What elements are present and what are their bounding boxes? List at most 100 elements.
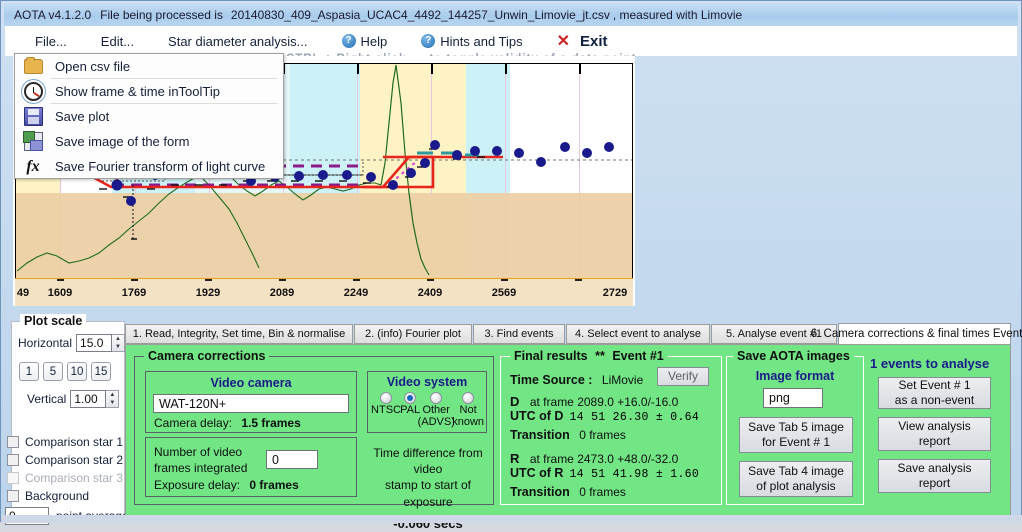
data-point[interactable] xyxy=(318,170,328,180)
x-tick xyxy=(575,279,582,281)
frames-integrated-label: Number of video frames integrated xyxy=(154,444,247,476)
save-images-group: Save AOTA images Image format png Save T… xyxy=(726,349,864,505)
menu-item-save-fourier[interactable]: fx Save Fourier transform of light curve xyxy=(15,154,283,179)
data-point[interactable] xyxy=(388,180,398,190)
horizontal-scale-row: Horizontal 15.0 ▲ ▼ xyxy=(18,334,126,352)
menu-edit[interactable]: Edit... xyxy=(89,32,146,51)
image-format-select[interactable]: png xyxy=(763,388,823,408)
data-point[interactable] xyxy=(582,148,592,158)
menu-star-diameter-label: Star diameter analysis... xyxy=(168,33,308,49)
menu-exit[interactable]: ✕ Exit xyxy=(545,29,620,53)
video-camera-title: Video camera xyxy=(210,376,292,390)
checkbox-background[interactable]: Background xyxy=(7,489,89,503)
tab-fourier-plot[interactable]: 2. (info) Fourier plot xyxy=(354,324,472,344)
plot-scale-title: Plot scale xyxy=(20,314,87,328)
scale-button-5[interactable]: 5 xyxy=(43,362,63,381)
tab-select-event[interactable]: 4. Select event to analyse xyxy=(566,324,710,344)
events-to-analyse-group: 1 events to analyse Set Event # 1 as a n… xyxy=(868,356,1004,505)
time-source-label: Time Source : xyxy=(510,373,593,387)
menu-star-diameter-analysis[interactable]: Star diameter analysis... xyxy=(156,32,319,51)
floppy-disk-icon xyxy=(15,105,51,129)
radio-icon[interactable] xyxy=(380,392,392,404)
data-point[interactable] xyxy=(536,157,546,167)
time-difference-line2: stamp to start of exposure xyxy=(384,478,472,509)
data-point[interactable] xyxy=(452,150,462,160)
data-point[interactable] xyxy=(430,140,440,150)
radio-icon[interactable] xyxy=(430,392,443,404)
data-point[interactable] xyxy=(470,146,480,156)
menu-help[interactable]: ? Help xyxy=(330,32,400,51)
menu-item-open-csv-label: Open csv file xyxy=(55,59,131,74)
data-point[interactable] xyxy=(294,171,304,181)
menu-hints-and-tips[interactable]: ? Hints and Tips xyxy=(409,32,534,51)
checkbox-icon[interactable] xyxy=(7,436,19,448)
scale-button-10[interactable]: 10 xyxy=(67,362,87,381)
data-point[interactable] xyxy=(366,172,376,182)
file-dropdown-menu[interactable]: Open csv file Show frame & time inToolTi… xyxy=(14,53,284,179)
x-tick xyxy=(57,279,64,281)
vertical-scale-input[interactable]: 1.00 xyxy=(70,390,107,408)
tab-find-events[interactable]: 3. Find events xyxy=(473,324,565,344)
save-tab5-image-button[interactable]: Save Tab 5 image for Event # 1 xyxy=(739,417,853,453)
menu-item-save-plot[interactable]: Save plot xyxy=(15,104,283,129)
view-analysis-report-button[interactable]: View analysis report xyxy=(878,417,991,451)
menu-item-open-csv[interactable]: Open csv file xyxy=(15,54,283,79)
data-point[interactable] xyxy=(492,146,502,156)
data-point[interactable] xyxy=(342,170,352,180)
data-point[interactable] xyxy=(420,158,430,168)
view-report-line1: View analysis xyxy=(898,419,971,433)
menu-item-save-fourier-label: Save Fourier transform of light curve xyxy=(55,159,266,174)
horizontal-scale-input[interactable]: 15.0 xyxy=(76,334,113,352)
utc-r-label: UTC of R xyxy=(510,466,564,480)
tab-page-camera-corrections: Camera corrections Video camera WAT-120N… xyxy=(125,344,1011,531)
menu-hints-label: Hints and Tips xyxy=(440,33,523,49)
verify-button[interactable]: Verify xyxy=(657,367,709,386)
checkbox-icon[interactable] xyxy=(7,454,19,466)
radio-pal-label: PAL xyxy=(400,404,421,416)
menu-item-show-frame-time[interactable]: Show frame & time inToolTip xyxy=(15,79,283,104)
radio-ntsc[interactable]: NTSC xyxy=(371,392,401,428)
radio-ntsc-label: NTSC xyxy=(371,404,401,416)
scale-button-1[interactable]: 1 xyxy=(19,362,39,381)
menu-item-save-form-image[interactable]: Save image of the form xyxy=(15,129,283,154)
save-tab4-image-button[interactable]: Save Tab 4 image of plot analysis xyxy=(739,461,853,497)
camera-delay-value: 1.5 frames xyxy=(241,416,301,430)
tab-camera-corrections[interactable]: 6. Camera corrections & final times Even… xyxy=(811,323,1022,345)
r-transition-row: Transition 0 frames xyxy=(510,483,626,501)
tab-read-integrity[interactable]: 1. Read, Integrity, Set time, Bin & norm… xyxy=(125,324,353,344)
radio-icon-selected[interactable] xyxy=(404,392,417,404)
set-event-line2: as a non-event xyxy=(894,393,975,407)
menu-file-label: File... xyxy=(35,33,67,49)
data-point[interactable] xyxy=(126,196,136,206)
data-point[interactable] xyxy=(406,168,416,178)
x-tick xyxy=(353,279,360,281)
radio-not-known[interactable]: Not known xyxy=(452,392,484,428)
radio-other-advs[interactable]: Other (ADVS) xyxy=(418,392,455,428)
frames-integrated-select[interactable]: 0 xyxy=(266,450,318,469)
data-point[interactable] xyxy=(604,142,614,152)
data-point[interactable] xyxy=(560,142,570,152)
menu-file[interactable]: File... xyxy=(23,32,79,51)
video-camera-select[interactable]: WAT-120N+ xyxy=(153,394,349,413)
data-point[interactable] xyxy=(514,148,524,158)
set-event-non-event-button[interactable]: Set Event # 1 as a non-event xyxy=(878,377,991,409)
horizontal-scale-stepper[interactable]: ▲ ▼ xyxy=(112,334,126,352)
checkbox-comparison-star-1[interactable]: Comparison star 1 xyxy=(7,435,123,449)
utc-d-row: UTC of D 14 51 26.30 ± 0.64 xyxy=(510,409,699,424)
horizontal-scale-label: Horizontal xyxy=(18,336,73,350)
scale-button-15[interactable]: 15 xyxy=(91,362,111,381)
vertical-scale-stepper[interactable]: ▲ ▼ xyxy=(106,390,120,408)
data-point[interactable] xyxy=(111,179,123,191)
frames-integrated-box: Number of video frames integrated 0 Expo… xyxy=(145,437,357,497)
green-trace-left xyxy=(16,174,260,272)
x-tick-label: 2729 xyxy=(602,287,628,299)
green-trace-spike-up xyxy=(380,64,397,186)
save-analysis-report-button[interactable]: Save analysis report xyxy=(878,459,991,493)
video-camera-box: Video camera WAT-120N+ Camera delay: 1.5… xyxy=(145,371,357,433)
checkbox-comparison-star-2[interactable]: Comparison star 2 xyxy=(7,453,123,467)
checkbox-comparison-star-2-label: Comparison star 2 xyxy=(25,453,124,467)
checkbox-icon[interactable] xyxy=(7,490,19,502)
radio-icon[interactable] xyxy=(462,392,475,404)
menu-help-label: Help xyxy=(360,33,388,49)
x-tick-label: 2409 xyxy=(417,287,443,299)
